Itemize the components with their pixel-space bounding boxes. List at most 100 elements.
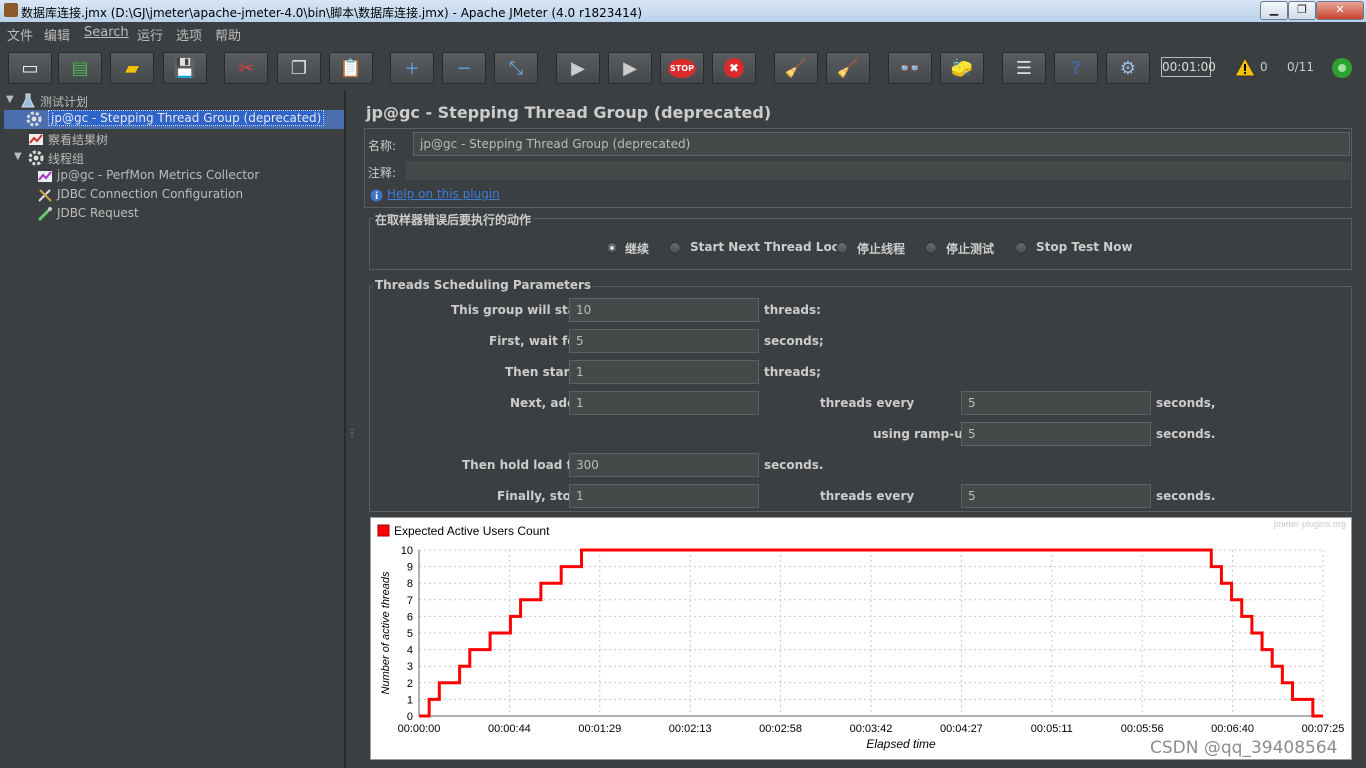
legend-swatch	[377, 524, 390, 537]
pipette-icon	[37, 207, 52, 222]
tree-item-stepping-thread-group[interactable]: jp@gc - Stepping Thread Group (deprecate…	[4, 110, 344, 129]
menu-search[interactable]: Search	[84, 25, 129, 40]
stop-button[interactable]: STOP	[660, 52, 704, 84]
error-action-title: 在取样器错误后要执行的动作	[373, 211, 534, 228]
app-icon	[4, 3, 18, 17]
tree-item-jdbc-request[interactable]: JDBC Request	[37, 205, 337, 223]
start-threads-label: This group will start	[451, 303, 588, 317]
next-add-field[interactable]: 1	[569, 391, 759, 415]
tree-expand-icon[interactable]: ▼	[6, 94, 14, 105]
search-button[interactable]: 👓	[888, 52, 932, 84]
y-tick-label: 10	[401, 545, 413, 557]
radio-stop-test-label: 停止测试	[946, 242, 995, 256]
menu-file[interactable]: 文件	[7, 25, 33, 44]
menu-edit[interactable]: 编辑	[44, 25, 70, 44]
shutdown-icon: ✖	[713, 53, 755, 83]
comment-label: 注释:	[368, 166, 397, 180]
tree-item-view-results-tree[interactable]: 察看结果树	[28, 130, 328, 148]
y-tick-label: 0	[407, 711, 413, 723]
function-helper-button[interactable]: ☰	[1002, 52, 1046, 84]
maximize-button[interactable]: ❐	[1288, 1, 1316, 20]
y-tick-label: 2	[407, 678, 413, 690]
hold-field[interactable]: 300	[569, 453, 759, 477]
x-tick-label: 00:02:58	[759, 723, 802, 735]
clear-button[interactable]: 🧹	[774, 52, 818, 84]
listener-icon	[29, 134, 43, 145]
window-title: 数据库连接.jmx (D:\GJ\jmeter\apache-jmeter-4.…	[21, 6, 643, 20]
menu-run[interactable]: 运行	[137, 25, 163, 44]
templates-button[interactable]: ▤	[58, 52, 102, 84]
warning-count: 0	[1260, 60, 1268, 74]
save-button[interactable]: 💾	[163, 52, 207, 84]
add-every-unit: seconds,	[1156, 396, 1216, 410]
warning-icon[interactable]	[1234, 57, 1256, 77]
expected-users-chart: 0 1 2 3 4 5 6 7 8 9 10 00:00:00 00:00:44 00:01:29 00:0…	[370, 517, 1352, 760]
stop-every-field[interactable]: 5	[961, 484, 1151, 508]
new-button[interactable]: ▭	[8, 52, 52, 84]
stop-every-unit: seconds.	[1156, 489, 1216, 503]
x-axis-label: Elapsed time	[866, 737, 936, 751]
reset-search-icon: 🧽	[950, 57, 974, 79]
wait-field[interactable]: 5	[569, 329, 759, 353]
tree-expand-icon[interactable]: ▼	[14, 151, 22, 162]
radio-stop-test[interactable]	[925, 242, 937, 254]
add-every-label: threads every	[820, 396, 915, 410]
cut-button[interactable]: ✂	[224, 52, 268, 84]
name-field[interactable]: jp@gc - Stepping Thread Group (deprecate…	[413, 132, 1350, 156]
new-icon: ▭	[21, 57, 39, 79]
toggle-button[interactable]: ⤡	[494, 52, 538, 84]
gear-icon	[28, 150, 44, 166]
y-tick-label: 8	[407, 578, 413, 590]
radio-stop-thread[interactable]	[836, 242, 848, 254]
close-button[interactable]: ✕	[1316, 1, 1364, 20]
help-link[interactable]: Help on this plugin	[387, 187, 500, 201]
start-threads-field[interactable]: 10	[569, 298, 759, 322]
name-label: 名称:	[368, 139, 397, 153]
tree-item-jdbc-connection-config[interactable]: JDBC Connection Configuration	[37, 186, 337, 204]
minimize-button[interactable]: ▁	[1260, 1, 1288, 20]
toolbar: ▭ ▤ ▰ 💾 ✂ ❐ 📋 + − ⤡ ▶ ▶ STOP ✖ 🧹 🧹 👓 🧽 ☰? ⚙ 00:01:00 0 0/11	[0, 46, 1366, 90]
add-every-field[interactable]: 5	[961, 391, 1151, 415]
stop-every-label: threads every	[820, 489, 915, 503]
tree-item-thread-group[interactable]: ▼ 线程组	[14, 149, 314, 167]
then-start-field[interactable]: 1	[569, 360, 759, 384]
comment-field[interactable]	[406, 161, 1350, 180]
shutdown-button[interactable]: ✖	[712, 52, 756, 84]
panel-splitter[interactable]: ⋮	[345, 90, 357, 768]
clear-all-button[interactable]: 🧹	[826, 52, 870, 84]
tree-item-test-plan[interactable]: ▼ 测试计划	[6, 92, 336, 110]
clear-all-icon: 🧹	[836, 57, 860, 79]
copy-button[interactable]: ❐	[277, 52, 321, 84]
stop-icon: STOP	[661, 53, 703, 83]
save-icon: 💾	[173, 57, 197, 79]
paste-button[interactable]: 📋	[329, 52, 373, 84]
csdn-watermark: CSDN @qq_39408564	[1150, 738, 1338, 758]
function-helper-icon: ☰	[1015, 57, 1033, 79]
menu-options[interactable]: 选项	[176, 25, 202, 44]
reset-search-button[interactable]: 🧽	[940, 52, 984, 84]
start-no-pause-button[interactable]: ▶	[608, 52, 652, 84]
radio-continue[interactable]	[606, 242, 618, 254]
radio-stop-test-now[interactable]	[1015, 242, 1027, 254]
tree-item-perfmon-collector[interactable]: jp@gc - PerfMon Metrics Collector	[37, 167, 337, 185]
y-tick-label: 3	[407, 661, 413, 673]
menu-help[interactable]: 帮助	[215, 25, 241, 44]
finally-stop-field[interactable]: 1	[569, 484, 759, 508]
start-button[interactable]: ▶	[556, 52, 600, 84]
start-threads-unit: threads:	[764, 303, 821, 317]
test-plan-tree: ▼ 测试计划 jp@gc - Stepping Thread Group (de…	[0, 90, 345, 768]
x-tick-label: 00:05:11	[1031, 723, 1073, 735]
help-button[interactable]: ?	[1054, 52, 1098, 84]
expected-users-chart-svg: 0 1 2 3 4 5 6 7 8 9 10 00:00:00 00:00:44 00:01:29 00:0…	[377, 519, 1346, 751]
remote-button[interactable]: ⚙	[1106, 52, 1150, 84]
x-tick-label: 00:01:29	[578, 723, 621, 735]
expand-button[interactable]: +	[390, 52, 434, 84]
radio-start-next-loop[interactable]	[669, 242, 681, 254]
radio-continue-label: 继续	[625, 242, 650, 256]
x-tick-label: 00:03:42	[850, 723, 893, 735]
rampup-field[interactable]: 5	[961, 422, 1151, 446]
open-button[interactable]: ▰	[110, 52, 154, 84]
collapse-button[interactable]: −	[442, 52, 486, 84]
then-start-unit: threads;	[764, 365, 821, 379]
y-tick-label: 1	[407, 694, 413, 706]
